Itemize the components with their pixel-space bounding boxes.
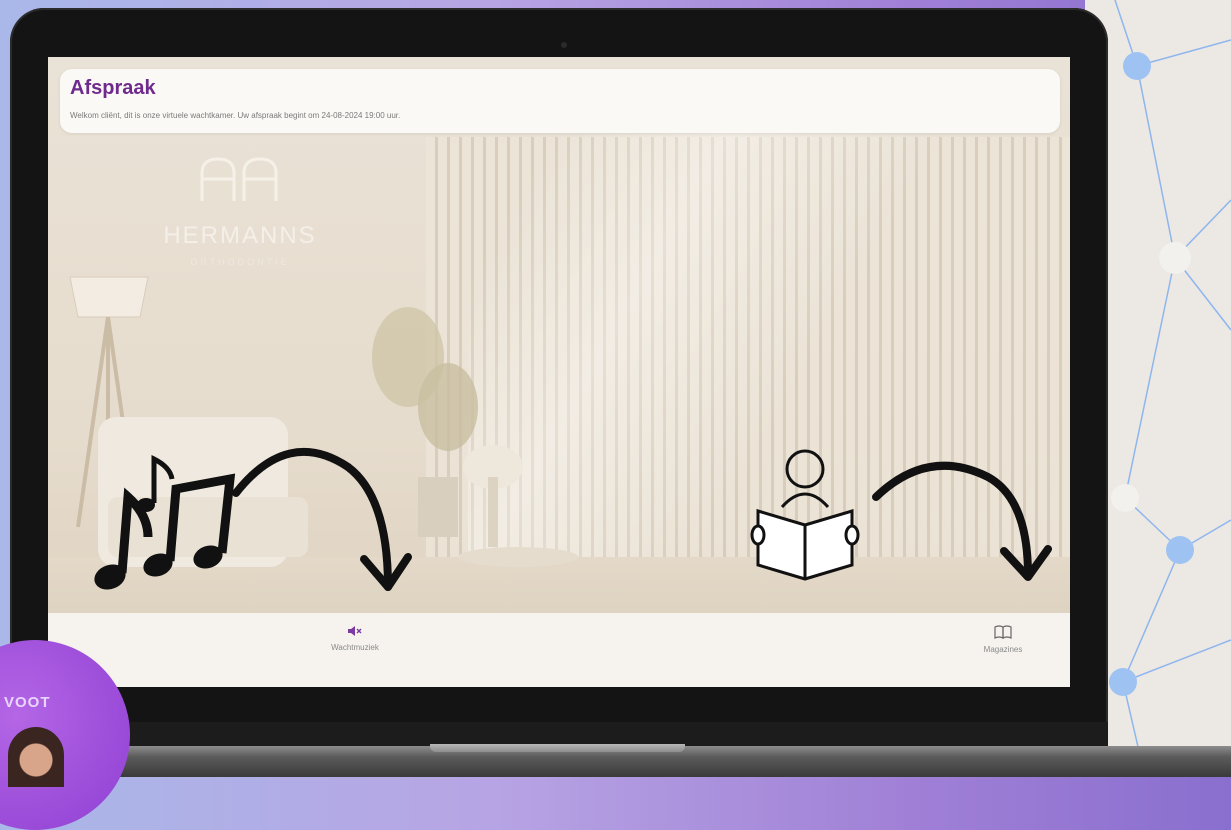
welcome-message: Welkom cliënt, dit is onze virtuele wach… bbox=[70, 111, 401, 120]
brand-tagline: ORTHODONTIE bbox=[190, 257, 290, 267]
speaker-muted-icon bbox=[348, 626, 362, 636]
presenter-avatar bbox=[8, 727, 64, 787]
music-notes-icon bbox=[94, 448, 412, 591]
reading-person-icon bbox=[750, 449, 1052, 581]
bottom-toolbar: Wachtmuziek Magazines bbox=[48, 613, 1070, 687]
app-screen: HERMANNS ORTHODONTIE Afspraak Welkom cli… bbox=[48, 57, 1070, 687]
magazines-label: Magazines bbox=[983, 645, 1023, 654]
waiting-music-button[interactable]: Wachtmuziek bbox=[310, 625, 400, 652]
appointment-card: Afspraak Welkom cliënt, dit is onze virt… bbox=[60, 69, 1060, 133]
book-open-icon bbox=[994, 625, 1012, 639]
brand-name: HERMANNS bbox=[163, 222, 317, 249]
page-title: Afspraak bbox=[70, 77, 156, 99]
webcam bbox=[561, 42, 567, 48]
magazines-button[interactable]: Magazines bbox=[958, 625, 1048, 654]
laptop-notch bbox=[430, 744, 685, 752]
hermanns-logo bbox=[200, 157, 278, 201]
waiting-music-label: Wachtmuziek bbox=[331, 643, 379, 652]
presenter-bubble-text: VOOT bbox=[4, 694, 51, 711]
